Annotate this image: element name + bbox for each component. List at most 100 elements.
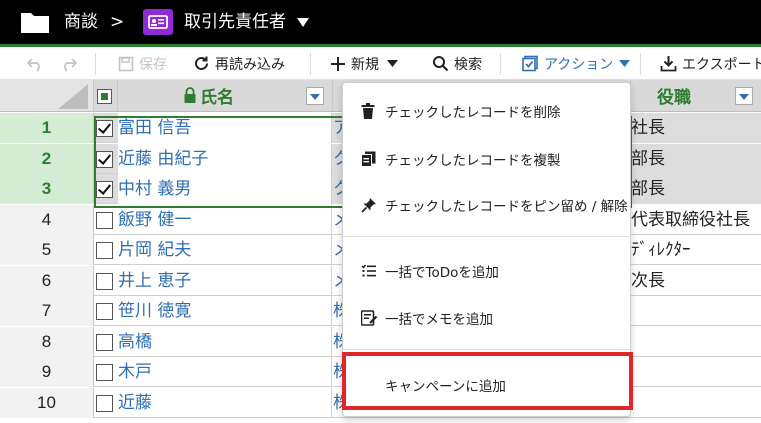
action-button[interactable]: アクション xyxy=(522,47,631,80)
role-cell xyxy=(631,357,761,387)
contact-name-link[interactable]: 井上 恵子 xyxy=(118,265,332,296)
row-checkbox[interactable] xyxy=(96,181,113,198)
menu-item-label: 一括でToDoを追加 xyxy=(385,265,499,281)
menu-item-label: チェックしたレコードをピン留め / 解除 xyxy=(385,199,628,215)
row-number[interactable]: 10 xyxy=(0,387,94,418)
toolbar: 保存 再読み込み 新規 検索 アクション エクスポート xyxy=(0,47,761,80)
menu-divider xyxy=(343,236,632,237)
caret-down-icon xyxy=(387,60,398,67)
contact-name-link[interactable]: 近藤 xyxy=(118,387,332,418)
save-icon xyxy=(118,56,134,71)
contact-name-link[interactable]: 飯野 健一 xyxy=(118,204,332,235)
redo-button[interactable] xyxy=(60,47,83,80)
breadcrumb-view[interactable]: 取引先責任者 xyxy=(184,10,286,34)
menu-item-label: チェックしたレコードを削除 xyxy=(385,105,561,121)
save-button[interactable]: 保存 xyxy=(118,47,167,80)
row-number[interactable]: 5 xyxy=(0,235,94,265)
checkbox-header[interactable] xyxy=(94,80,118,112)
toolbar-divider xyxy=(95,53,96,75)
contact-name-link[interactable]: 富田 信吾 xyxy=(118,113,332,143)
menu-item-delete-checked[interactable]: チェックしたレコードを削除 xyxy=(343,89,632,133)
filter-caret-icon xyxy=(739,94,749,100)
menu-item-pin-checked[interactable]: チェックしたレコードをピン留め / 解除 xyxy=(343,183,632,227)
contact-name-link[interactable]: 中村 義男 xyxy=(118,174,332,204)
row-checkbox[interactable] xyxy=(96,333,113,351)
select-all-corner-icon xyxy=(58,84,88,109)
menu-divider xyxy=(343,349,632,350)
search-icon xyxy=(433,56,449,72)
menu-item-bulk-todo[interactable]: 一括でToDoを追加 xyxy=(343,249,632,293)
menu-item-label: チェックしたレコードを複製 xyxy=(385,153,561,169)
row-number[interactable]: 3 xyxy=(0,174,94,204)
breadcrumb-separator: > xyxy=(110,12,125,32)
menu-item-duplicate-checked[interactable]: チェックしたレコードを複製 xyxy=(343,137,632,181)
row-checkbox[interactable] xyxy=(96,211,113,229)
row-checkbox[interactable] xyxy=(96,394,113,412)
caret-down-icon xyxy=(619,60,631,67)
name-header-label: 氏名 xyxy=(200,88,234,108)
row-number[interactable]: 9 xyxy=(0,357,94,387)
row-checkbox[interactable] xyxy=(96,364,113,381)
contact-card-icon xyxy=(143,9,173,35)
row-checkbox[interactable] xyxy=(96,303,113,320)
breadcrumb-app[interactable]: 商談 xyxy=(64,10,98,34)
new-button[interactable]: 新規 xyxy=(330,47,398,80)
name-column-header[interactable]: 氏名 xyxy=(118,80,333,112)
undo-icon xyxy=(26,57,40,72)
row-number[interactable]: 7 xyxy=(0,296,94,326)
menu-item-bulk-memo[interactable]: 一括でメモを追加 xyxy=(343,296,632,340)
row-number[interactable]: 6 xyxy=(0,265,94,296)
copy-icon xyxy=(361,151,376,167)
role-cell: 部長 xyxy=(631,174,761,204)
role-filter-button[interactable] xyxy=(735,87,753,105)
redo-icon xyxy=(64,57,78,72)
role-cell: ﾃﾞｨﾚｸﾀｰ xyxy=(631,240,691,260)
undo-button[interactable] xyxy=(26,47,49,80)
role-cell xyxy=(631,296,761,326)
highlight-box xyxy=(342,352,633,410)
trash-icon xyxy=(361,103,375,119)
corner-header[interactable] xyxy=(0,80,94,112)
role-cell xyxy=(631,327,761,357)
memo-edit-icon xyxy=(361,310,378,326)
role-cell: 社長 xyxy=(631,113,761,143)
toolbar-divider xyxy=(640,53,641,75)
view-dropdown-caret-icon[interactable] xyxy=(297,18,309,27)
row-checkbox[interactable] xyxy=(96,150,113,168)
role-cell: 次長 xyxy=(631,270,665,291)
reload-label: 再読み込み xyxy=(215,56,285,73)
contact-name-link[interactable]: 木戸 xyxy=(118,357,332,387)
filter-caret-icon xyxy=(310,94,320,100)
search-label: 検索 xyxy=(454,56,482,73)
row-number[interactable]: 8 xyxy=(0,326,94,357)
row-checkbox[interactable] xyxy=(96,120,113,137)
row-number[interactable]: 4 xyxy=(0,204,94,235)
contact-name-link[interactable]: 近藤 由紀子 xyxy=(118,143,332,174)
role-cell: 代表取締役社長 xyxy=(631,209,750,230)
select-all-checkbox[interactable] xyxy=(97,89,112,104)
toolbar-divider xyxy=(500,53,501,75)
row-checkbox[interactable] xyxy=(96,242,113,259)
name-filter-button[interactable] xyxy=(306,87,324,105)
reload-button[interactable]: 再読み込み xyxy=(193,47,285,80)
export-button[interactable]: エクスポート xyxy=(660,47,761,80)
row-number[interactable]: 2 xyxy=(0,143,94,174)
role-header-label: 役職 xyxy=(657,88,691,108)
search-button[interactable]: 検索 xyxy=(432,47,482,80)
role-column-header[interactable]: 役職 xyxy=(631,80,761,112)
contact-name-link[interactable]: 笹川 徳寛 xyxy=(118,296,332,326)
save-label: 保存 xyxy=(139,56,167,73)
contact-name-link[interactable]: 高橋 xyxy=(118,326,332,357)
title-bar: 商談 > 取引先責任者 xyxy=(0,0,761,44)
reload-icon xyxy=(195,56,208,70)
action-label: アクション xyxy=(544,56,614,73)
task-list-icon xyxy=(361,264,376,277)
new-label: 新規 xyxy=(351,56,379,73)
row-checkbox[interactable] xyxy=(96,272,113,290)
folder-icon[interactable] xyxy=(20,10,50,34)
download-icon xyxy=(660,56,677,72)
row-number[interactable]: 1 xyxy=(0,113,94,143)
menu-item-label: 一括でメモを追加 xyxy=(385,312,493,328)
pin-icon xyxy=(361,198,376,213)
contact-name-link[interactable]: 片岡 紀夫 xyxy=(118,235,332,265)
